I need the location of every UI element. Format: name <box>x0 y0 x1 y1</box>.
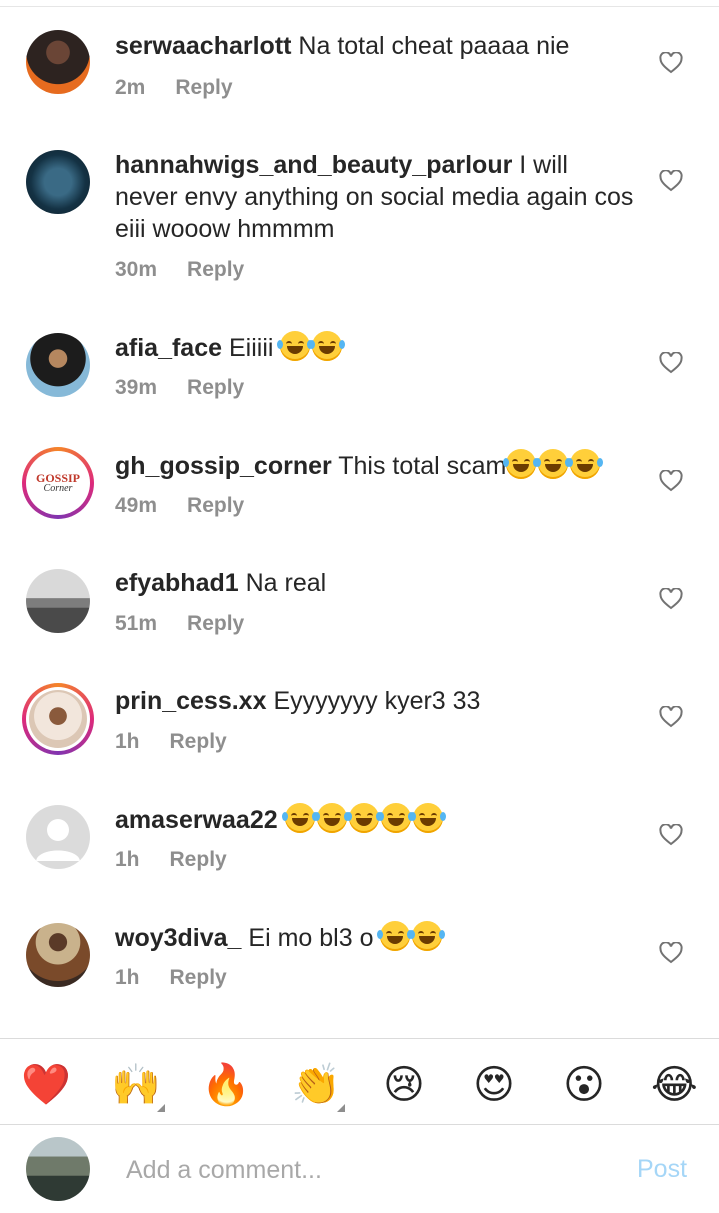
default-user-icon <box>36 819 80 861</box>
comment-time: 1h <box>115 848 140 871</box>
quick-reaction-bar: ❤️ 🙌 🔥 👏 😢 😍 😮 😂 <box>0 1040 719 1124</box>
avatar[interactable] <box>26 569 90 633</box>
avatar[interactable] <box>26 333 90 397</box>
comment-meta: 1h Reply <box>115 730 227 754</box>
joy-emoji <box>377 921 414 951</box>
comment-body: Na real <box>245 569 327 597</box>
comment-meta: 51m Reply <box>115 612 244 636</box>
comment-text: amaserwaa22 <box>115 803 635 836</box>
comment-text: hannahwigs_and_beauty_parlour I will nev… <box>115 149 635 245</box>
avatar[interactable] <box>26 30 90 94</box>
raising-hands-icon[interactable]: 🙌 <box>111 1062 161 1108</box>
reply-button[interactable]: Reply <box>187 494 244 517</box>
comment-meta: 2m Reply <box>115 76 233 100</box>
like-heart-icon[interactable] <box>659 706 683 728</box>
comment-username[interactable]: serwaacharlott <box>115 32 291 60</box>
comment-text: serwaacharlott Na total cheat paaaa nie <box>115 30 635 62</box>
comment-text: woy3diva_ Ei mo bl3 o <box>115 921 635 954</box>
gossip-corner-logo: GOSSIP Corner <box>29 454 87 512</box>
joy-emoji <box>567 449 604 479</box>
comment-text: afia_face Eiiiii <box>115 331 635 364</box>
fire-icon[interactable]: 🔥 <box>201 1062 251 1108</box>
comment-time: 30m <box>115 258 158 281</box>
reply-button[interactable]: Reply <box>187 258 244 281</box>
joy-emoji <box>313 803 350 833</box>
comment-text: gh_gossip_corner This total scam <box>115 449 635 482</box>
avatar-story-ring[interactable] <box>22 683 94 755</box>
comment-meta: 39m Reply <box>115 376 244 400</box>
comment-username[interactable]: prin_cess.xx <box>115 687 267 715</box>
comment-username[interactable]: amaserwaa22 <box>115 806 278 834</box>
comment-body: Ei mo bl3 o <box>248 924 374 952</box>
avatar[interactable] <box>26 923 90 987</box>
comment-username[interactable]: gh_gossip_corner <box>115 452 332 480</box>
joy-emoji <box>277 331 314 361</box>
like-heart-icon[interactable] <box>659 52 683 74</box>
comment-meta: 1h Reply <box>115 848 227 872</box>
top-divider <box>0 6 719 7</box>
avatar[interactable] <box>26 150 90 214</box>
comment-meta: 30m Reply <box>115 258 244 282</box>
joy-emoji <box>409 803 446 833</box>
reply-button[interactable]: Reply <box>187 612 244 635</box>
like-heart-icon[interactable] <box>659 942 683 964</box>
comment-text: prin_cess.xx Eyyyyyyy kyer3 33 <box>115 685 635 717</box>
comment-time: 1h <box>115 730 140 753</box>
avatar-story-ring[interactable]: GOSSIP Corner <box>22 447 94 519</box>
comment-time: 49m <box>115 494 158 517</box>
post-button[interactable]: Post <box>637 1155 687 1184</box>
like-heart-icon[interactable] <box>659 824 683 846</box>
skin-tone-indicator <box>337 1104 345 1112</box>
joy-emoji <box>345 803 382 833</box>
comment-body: Eiiiii <box>228 334 274 362</box>
joy-emoji <box>535 449 572 479</box>
crying-face-icon[interactable]: 😢 <box>381 1062 427 1108</box>
comment-time: 39m <box>115 376 158 399</box>
comment-time: 2m <box>115 76 146 99</box>
tears-of-joy-face-icon[interactable]: 😂 <box>651 1062 698 1108</box>
joy-emoji <box>309 331 346 361</box>
comment-meta: 1h Reply <box>115 966 227 990</box>
like-heart-icon[interactable] <box>659 352 683 374</box>
reply-button[interactable]: Reply <box>170 848 227 871</box>
reply-button[interactable]: Reply <box>170 966 227 989</box>
comment-body: This total scam <box>338 452 507 480</box>
comment-username[interactable]: woy3diva_ <box>115 924 241 952</box>
joy-emoji <box>377 803 414 833</box>
joy-emoji <box>503 449 540 479</box>
red-heart-icon[interactable]: ❤️ <box>21 1062 71 1108</box>
heart-eyes-face-icon[interactable]: 😍 <box>471 1062 517 1108</box>
comment-username[interactable]: afia_face <box>115 334 222 362</box>
comment-time: 51m <box>115 612 158 635</box>
comment-username[interactable]: hannahwigs_and_beauty_parlour <box>115 151 512 179</box>
reply-button[interactable]: Reply <box>175 76 232 99</box>
comment-composer: Post <box>0 1125 719 1213</box>
like-heart-icon[interactable] <box>659 170 683 192</box>
comment-text: efyabhad1 Na real <box>115 567 635 599</box>
comment-meta: 49m Reply <box>115 494 244 518</box>
surprised-face-icon[interactable]: 😮 <box>561 1062 607 1108</box>
add-comment-input[interactable] <box>126 1151 606 1189</box>
comment-body: Eyyyyyyy kyer3 33 <box>273 687 481 715</box>
joy-emoji <box>409 921 446 951</box>
reply-button[interactable]: Reply <box>170 730 227 753</box>
comment-time: 1h <box>115 966 140 989</box>
current-user-avatar <box>26 1137 90 1201</box>
joy-emoji <box>281 803 318 833</box>
skin-tone-indicator <box>157 1104 165 1112</box>
reaction-bar-divider <box>0 1038 719 1039</box>
like-heart-icon[interactable] <box>659 588 683 610</box>
default-avatar[interactable] <box>26 805 90 869</box>
clapping-hands-icon[interactable]: 👏 <box>291 1062 341 1108</box>
like-heart-icon[interactable] <box>659 470 683 492</box>
reply-button[interactable]: Reply <box>187 376 244 399</box>
comment-body: Na total cheat paaaa nie <box>298 32 570 60</box>
comment-username[interactable]: efyabhad1 <box>115 569 239 597</box>
